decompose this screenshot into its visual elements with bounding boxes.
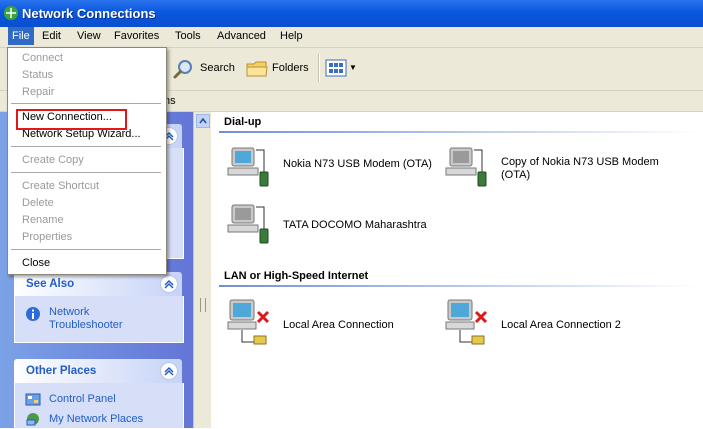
connection-label: Local Area Connection 2 xyxy=(501,319,621,331)
my-network-places-link[interactable]: My Network Places xyxy=(49,413,143,426)
other-places-body: Control Panel My Network Places xyxy=(14,383,184,429)
connection-item[interactable]: Local Area Connection xyxy=(226,298,446,348)
scroll-up-button[interactable] xyxy=(196,114,210,128)
menu-advanced[interactable]: Advanced xyxy=(217,30,266,42)
network-connections-icon xyxy=(4,6,18,20)
see-also-title: See Also xyxy=(26,278,75,290)
chevron-up-icon xyxy=(199,117,207,124)
splitter-grip[interactable] xyxy=(200,298,206,312)
search-button[interactable]: Search xyxy=(170,56,238,80)
menu-item-delete[interactable]: Delete xyxy=(22,197,54,209)
menu-item-close[interactable]: Close xyxy=(22,257,50,269)
other-places-header[interactable]: Other Places xyxy=(14,359,182,383)
connection-label: Nokia N73 USB Modem (OTA) xyxy=(283,158,432,170)
menu-view[interactable]: View xyxy=(77,30,101,42)
menu-file[interactable]: File xyxy=(8,27,34,45)
menu-item-create-copy[interactable]: Create Copy xyxy=(22,154,84,166)
info-icon xyxy=(26,307,40,321)
menu-help[interactable]: Help xyxy=(280,30,303,42)
menu-edit[interactable]: Edit xyxy=(42,30,61,42)
my-network-places-icon xyxy=(26,413,39,426)
folder-icon xyxy=(246,61,268,77)
views-button[interactable]: ▼ xyxy=(324,56,358,80)
menu-tools[interactable]: Tools xyxy=(175,30,201,42)
menu-bar: File Edit View Favorites Tools Advanced … xyxy=(0,27,703,48)
dialup-modem-icon xyxy=(227,204,269,244)
collapse-chevron-icon[interactable] xyxy=(160,275,178,293)
folders-button[interactable]: Folders xyxy=(244,56,314,80)
menu-item-status[interactable]: Status xyxy=(22,69,53,81)
search-label: Search xyxy=(200,62,235,74)
connection-item[interactable]: TATA DOCOMO Maharashtra xyxy=(226,201,446,251)
pane-splitter[interactable] xyxy=(193,112,211,428)
control-panel-link[interactable]: Control Panel xyxy=(49,393,116,406)
menu-item-rename[interactable]: Rename xyxy=(22,214,64,226)
other-places-title: Other Places xyxy=(26,365,97,377)
collapse-chevron-icon[interactable] xyxy=(160,362,178,380)
highlight-annotation-box xyxy=(16,109,127,130)
views-dropdown-arrow-icon[interactable]: ▼ xyxy=(349,63,357,72)
group-divider xyxy=(219,285,699,287)
menu-separator xyxy=(11,172,161,173)
toolbar-separator xyxy=(318,54,320,82)
connection-label: Local Area Connection xyxy=(283,319,394,331)
menu-item-repair[interactable]: Repair xyxy=(22,86,54,98)
connections-list: Dial-up Nokia N73 USB Modem (OTA) Copy o… xyxy=(211,112,703,428)
group-header-lan: LAN or High-Speed Internet xyxy=(224,270,369,282)
connection-item[interactable]: Nokia N73 USB Modem (OTA) xyxy=(226,144,446,194)
lan-disconnected-icon xyxy=(445,299,488,345)
dialup-modem-icon xyxy=(227,147,269,187)
views-icon xyxy=(325,59,347,77)
menu-separator xyxy=(11,249,161,250)
window-title: Network Connections xyxy=(22,6,156,21)
see-also-header[interactable]: See Also xyxy=(14,272,182,296)
menu-separator xyxy=(11,103,161,104)
menu-item-connect[interactable]: Connect xyxy=(22,52,63,64)
search-icon xyxy=(173,60,192,79)
see-also-body: Network Troubleshooter xyxy=(14,296,184,343)
connection-item[interactable]: Copy of Nokia N73 USB Modem (OTA) xyxy=(444,144,664,194)
connection-item[interactable]: Local Area Connection 2 xyxy=(444,298,664,348)
network-troubleshooter-link[interactable]: Network Troubleshooter xyxy=(49,306,144,332)
menu-item-create-shortcut[interactable]: Create Shortcut xyxy=(22,180,99,192)
menu-separator xyxy=(11,146,161,147)
connection-label: Copy of Nokia N73 USB Modem (OTA) xyxy=(501,156,659,181)
menu-favorites[interactable]: Favorites xyxy=(114,30,159,42)
group-divider xyxy=(219,131,699,133)
lan-disconnected-icon xyxy=(227,299,270,345)
menu-item-properties[interactable]: Properties xyxy=(22,231,72,243)
control-panel-icon xyxy=(25,393,41,406)
group-header-dialup: Dial-up xyxy=(224,116,262,128)
title-bar: Network Connections xyxy=(0,0,703,27)
dialup-modem-icon xyxy=(445,147,487,187)
folders-label: Folders xyxy=(272,62,309,74)
file-menu-dropdown: Connect Status Repair New Connection... … xyxy=(7,47,167,275)
connection-label: TATA DOCOMO Maharashtra xyxy=(283,219,427,231)
